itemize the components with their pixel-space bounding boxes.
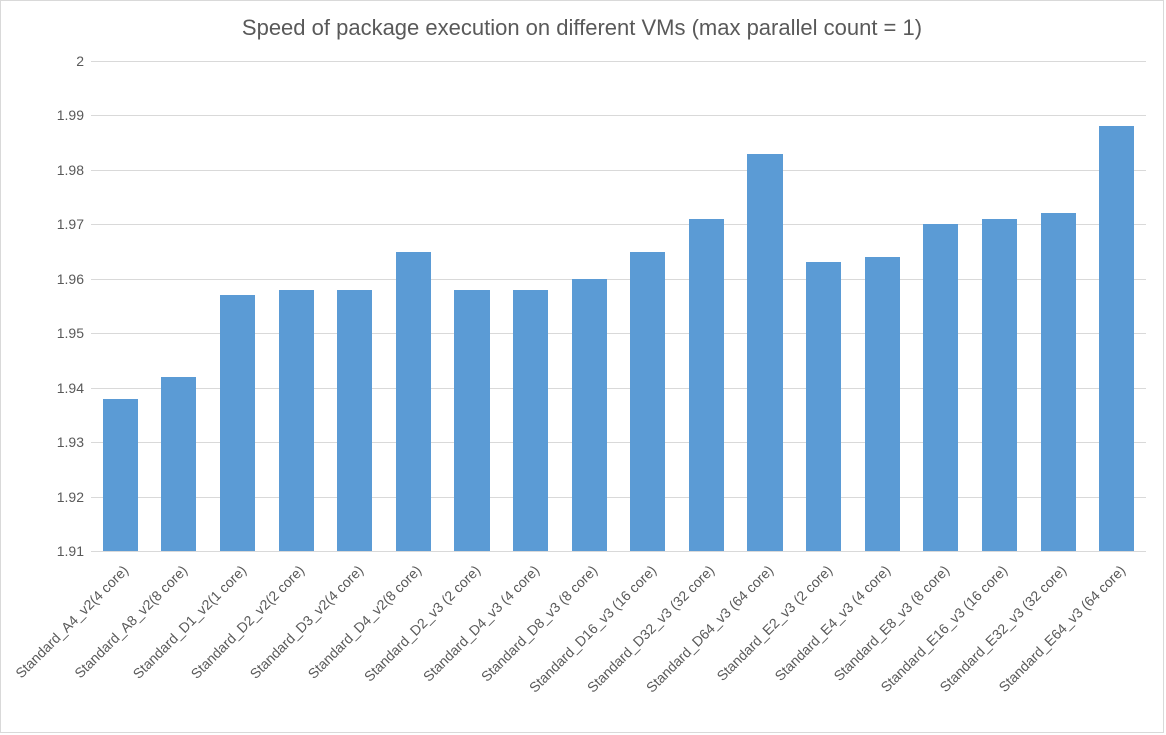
y-tick-label: 1.96 (36, 271, 84, 287)
chart-container: Speed of package execution on different … (0, 0, 1164, 733)
y-tick-label: 1.93 (36, 434, 84, 450)
bar (513, 290, 548, 551)
bar (220, 295, 255, 551)
bar (161, 377, 196, 551)
bar (982, 219, 1017, 551)
x-axis-labels: Standard_A4_v2(4 core)Standard_A8_v2(8 c… (91, 556, 1146, 726)
bar (396, 252, 431, 551)
bar (103, 399, 138, 551)
y-tick-label: 1.97 (36, 216, 84, 232)
bar (923, 224, 958, 551)
bar (337, 290, 372, 551)
bars-group (91, 61, 1146, 551)
y-tick-label: 1.95 (36, 325, 84, 341)
bar (279, 290, 314, 551)
bar (572, 279, 607, 551)
bar (865, 257, 900, 551)
bar (747, 154, 782, 551)
bar (1099, 126, 1134, 551)
y-tick-label: 1.94 (36, 380, 84, 396)
gridline (91, 551, 1146, 552)
plot-area: 1.911.921.931.941.951.961.971.981.992 (91, 61, 1146, 551)
bar (1041, 213, 1076, 551)
bar (630, 252, 665, 551)
y-tick-label: 1.92 (36, 489, 84, 505)
bar (454, 290, 489, 551)
chart-title: Speed of package execution on different … (1, 15, 1163, 41)
y-tick-label: 2 (36, 53, 84, 69)
y-tick-label: 1.91 (36, 543, 84, 559)
bar (806, 262, 841, 551)
bar (689, 219, 724, 551)
y-tick-label: 1.98 (36, 162, 84, 178)
y-tick-label: 1.99 (36, 107, 84, 123)
